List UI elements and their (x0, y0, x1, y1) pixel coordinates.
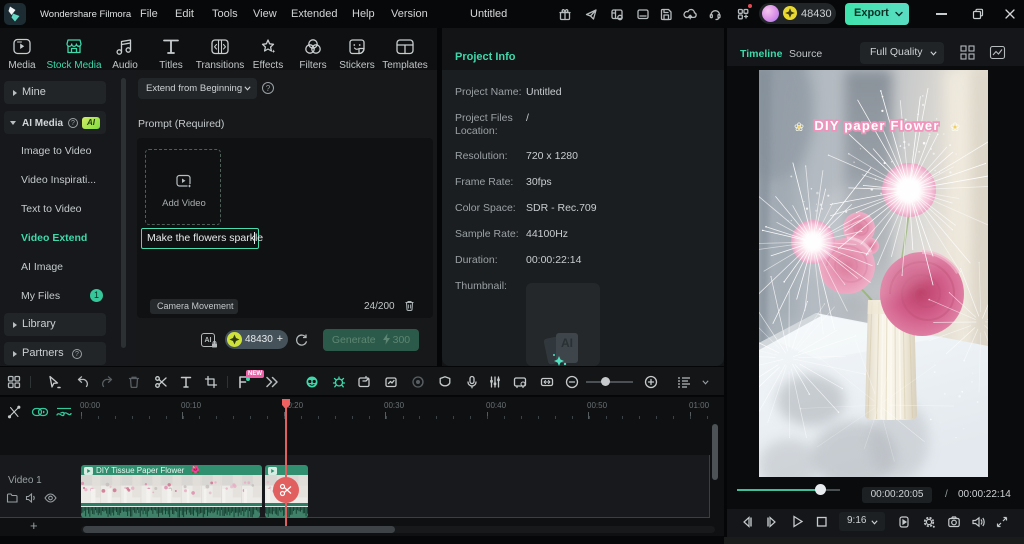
svg-text:DIY paper Flower: DIY paper Flower (814, 118, 939, 133)
svg-text:AI: AI (561, 336, 573, 350)
